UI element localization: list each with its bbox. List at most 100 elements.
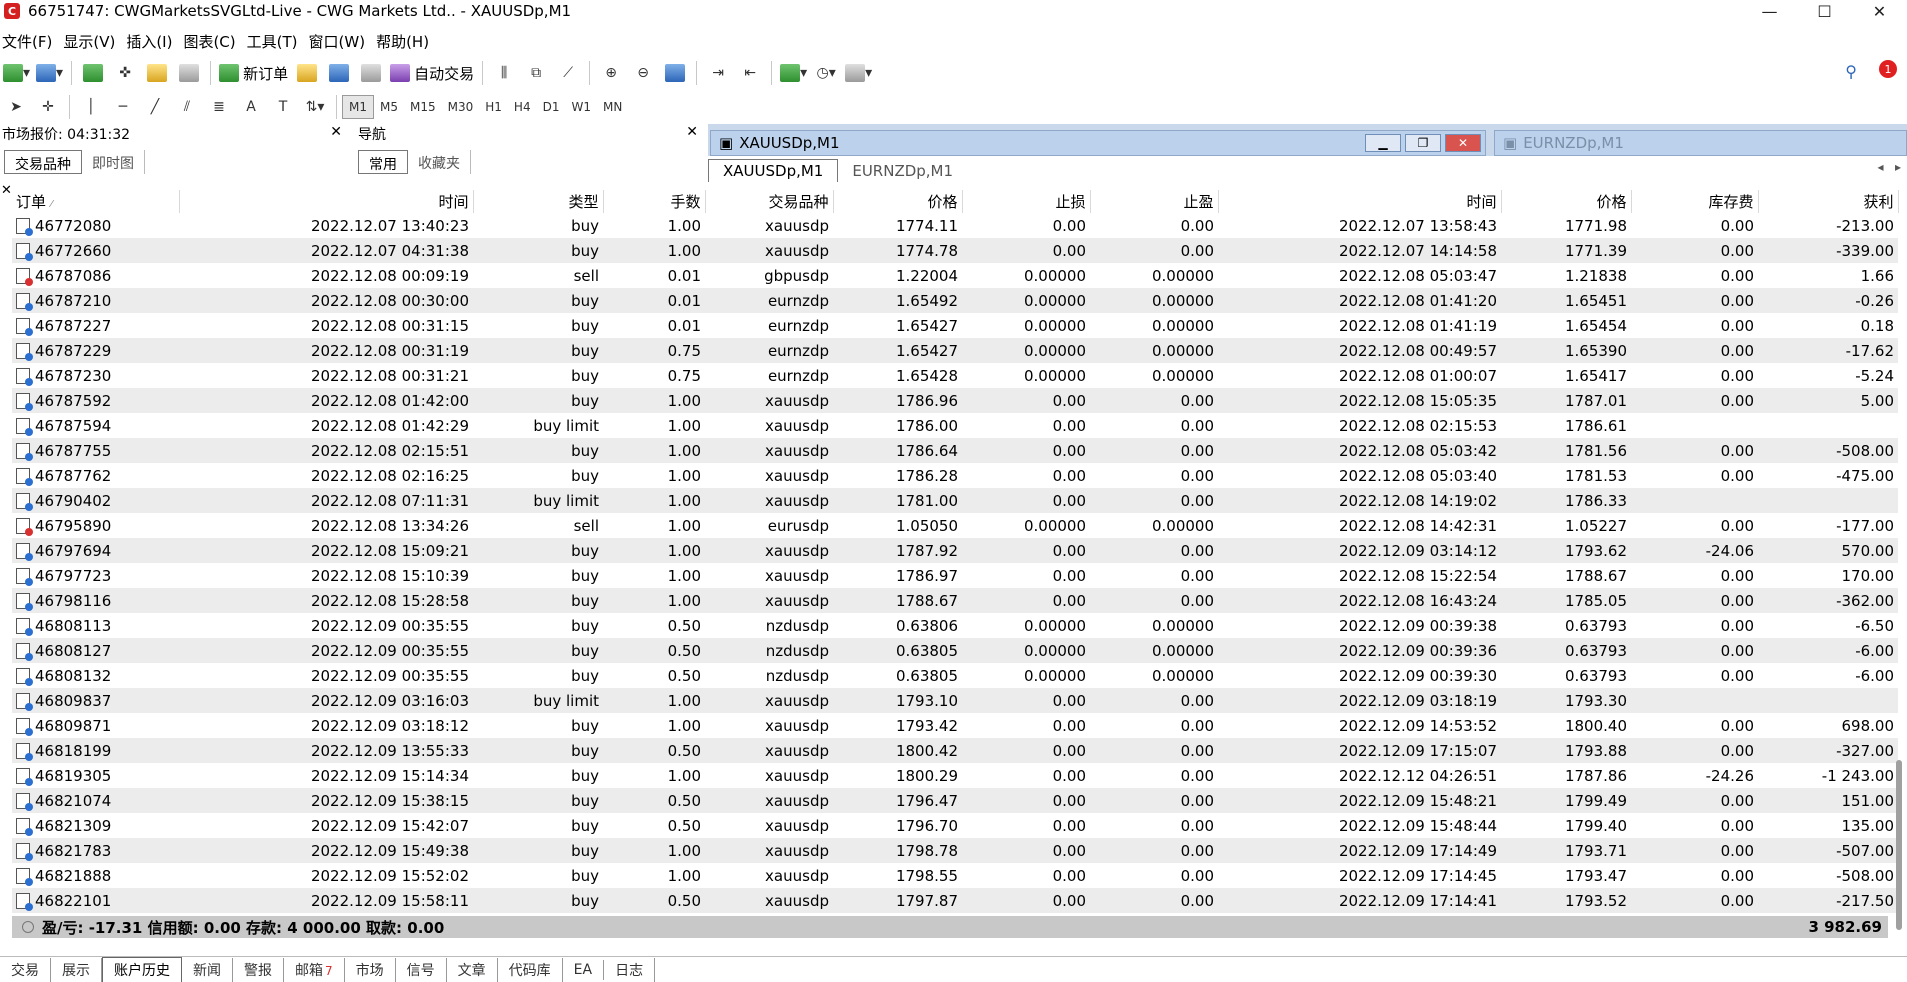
terminal-tab[interactable]: 账户历史 bbox=[102, 956, 182, 982]
chart-tab-eurnzdp[interactable]: EURNZDp,M1 bbox=[838, 160, 967, 182]
fibonacci-button[interactable]: ≣ bbox=[206, 94, 232, 120]
cursor-button[interactable]: ➤ bbox=[3, 94, 29, 120]
column-order[interactable]: 订单 ⁄ bbox=[12, 190, 180, 213]
table-row[interactable]: 46787230 2022.12.08 00:31:21 buy 0.75 eurnzd… bbox=[12, 363, 1898, 388]
menu-insert[interactable]: 插入(I) bbox=[124, 31, 181, 52]
tab-tick-chart[interactable]: 即时图 bbox=[82, 150, 145, 174]
terminal-tab[interactable]: 警报 bbox=[233, 957, 284, 982]
menu-window[interactable]: 窗口(W) bbox=[307, 31, 375, 52]
column-take-profit[interactable]: 止盈 bbox=[1090, 190, 1219, 213]
table-row[interactable]: 46787594 2022.12.08 01:42:29 buy limit 1.00… bbox=[12, 413, 1898, 438]
new-order-button[interactable]: 新订单 bbox=[219, 60, 288, 86]
period-h1[interactable]: H1 bbox=[479, 95, 508, 119]
table-row[interactable]: 46790402 2022.12.08 07:11:31 buy limit 1.00… bbox=[12, 488, 1898, 513]
crosshair-button[interactable]: ✛ bbox=[35, 94, 61, 120]
period-w1[interactable]: W1 bbox=[565, 95, 597, 119]
column-symbol[interactable]: 交易品种 bbox=[705, 190, 834, 213]
chart-window-eurnzd[interactable]: ▣ EURNZDp,M1 bbox=[1494, 130, 1907, 156]
chart-restore-button[interactable]: ❐ bbox=[1405, 134, 1441, 152]
period-m30[interactable]: M30 bbox=[442, 95, 480, 119]
terminal-tab[interactable]: EA bbox=[563, 959, 605, 980]
table-row[interactable]: 46787229 2022.12.08 00:31:19 buy 0.75 eurnzd… bbox=[12, 338, 1898, 363]
scrollbar-thumb[interactable] bbox=[1896, 760, 1902, 930]
table-row[interactable]: 46787227 2022.12.08 00:31:15 buy 0.01 eurnzd… bbox=[12, 313, 1898, 338]
maximize-button[interactable]: ☐ bbox=[1797, 0, 1852, 22]
column-volume[interactable]: 手数 bbox=[603, 190, 706, 213]
notification-badge[interactable]: 1 bbox=[1879, 60, 1897, 78]
column-stop-loss[interactable]: 止损 bbox=[962, 190, 1091, 213]
tab-scroll-arrows-icon[interactable]: ◂ ▸ bbox=[1878, 160, 1902, 174]
market-watch-close-icon[interactable]: ✕ bbox=[330, 124, 342, 140]
auto-trading-button[interactable]: 自动交易 bbox=[390, 60, 474, 86]
table-row[interactable]: 46787762 2022.12.08 02:16:25 buy 1.00 xauusd… bbox=[12, 463, 1898, 488]
table-row[interactable]: 46821783 2022.12.09 15:49:38 buy 1.00 xauusd… bbox=[12, 838, 1898, 863]
terminal-tab[interactable]: 文章 bbox=[447, 957, 498, 982]
table-row[interactable]: 46772660 2022.12.07 04:31:38 buy 1.00 xauusd… bbox=[12, 238, 1898, 263]
table-row[interactable]: 46797723 2022.12.08 15:10:39 buy 1.00 xauusd… bbox=[12, 563, 1898, 588]
search-icon[interactable]: ⚲ bbox=[1845, 62, 1857, 81]
profiles-button[interactable]: ▾ bbox=[36, 60, 63, 86]
candlestick-button[interactable]: ⧉ bbox=[523, 60, 549, 86]
chart-shift-button[interactable]: ⇤ bbox=[737, 60, 763, 86]
chart-window-xauusd[interactable]: ▣ XAUUSDp,M1 ▁ ❐ ✕ bbox=[710, 130, 1486, 156]
trendline-button[interactable]: ╱ bbox=[142, 94, 168, 120]
table-row[interactable]: 46821309 2022.12.09 15:42:07 buy 0.50 xauusd… bbox=[12, 813, 1898, 838]
terminal-tab[interactable]: 市场 bbox=[345, 957, 396, 982]
terminal-tab[interactable]: 交易 bbox=[0, 957, 51, 982]
terminal-tab[interactable]: 邮箱 7 bbox=[284, 957, 345, 982]
column-profit[interactable]: 获利 bbox=[1758, 190, 1899, 213]
zoom-out-button[interactable]: ⊖ bbox=[630, 60, 656, 86]
zoom-in-button[interactable]: ⊕ bbox=[598, 60, 624, 86]
vertical-line-button[interactable]: │ bbox=[78, 94, 104, 120]
table-row[interactable]: 46821888 2022.12.09 15:52:02 buy 1.00 xauusd… bbox=[12, 863, 1898, 888]
chart-close-button[interactable]: ✕ bbox=[1445, 134, 1481, 152]
text-button[interactable]: A bbox=[238, 94, 264, 120]
templates-button[interactable]: ▾ bbox=[845, 60, 872, 86]
terminal-tab[interactable]: 代码库 bbox=[498, 957, 563, 982]
table-row[interactable]: 46787755 2022.12.08 02:15:51 buy 1.00 xauusd… bbox=[12, 438, 1898, 463]
column-swap[interactable]: 库存费 bbox=[1631, 190, 1759, 213]
terminal-tab[interactable]: 信号 bbox=[396, 957, 447, 982]
table-row[interactable]: 46808132 2022.12.09 00:35:55 buy 0.50 nzdusd… bbox=[12, 663, 1898, 688]
menu-view[interactable]: 显示(V) bbox=[61, 31, 124, 52]
bar-chart-button[interactable]: ⫼ bbox=[491, 60, 517, 86]
column-type[interactable]: 类型 bbox=[473, 190, 604, 213]
vps-button[interactable] bbox=[358, 60, 384, 86]
close-button[interactable]: ✕ bbox=[1852, 0, 1907, 22]
terminal-tab[interactable]: 展示 bbox=[51, 957, 102, 982]
table-row[interactable]: 46787086 2022.12.08 00:09:19 sell 0.01 gbpus… bbox=[12, 263, 1898, 288]
terminal-button[interactable] bbox=[176, 60, 202, 86]
minimize-button[interactable]: — bbox=[1742, 0, 1797, 22]
periods-button[interactable]: ◷ ▾ bbox=[813, 60, 839, 86]
market-watch-button[interactable] bbox=[80, 60, 106, 86]
period-mn[interactable]: MN bbox=[597, 95, 628, 119]
table-row[interactable]: 46822101 2022.12.09 15:58:11 buy 0.50 xauusd… bbox=[12, 888, 1898, 913]
tab-common[interactable]: 常用 bbox=[358, 150, 408, 174]
vertical-scrollbar[interactable] bbox=[1892, 184, 1906, 940]
table-row[interactable]: 46808127 2022.12.09 00:35:55 buy 0.50 nzdusd… bbox=[12, 638, 1898, 663]
terminal-tab[interactable]: 日志 bbox=[604, 957, 656, 982]
new-chart-button[interactable]: ▾ bbox=[3, 60, 30, 86]
table-row[interactable]: 46818199 2022.12.09 13:55:33 buy 0.50 xauusd… bbox=[12, 738, 1898, 763]
menu-help[interactable]: 帮助(H) bbox=[374, 31, 438, 52]
channel-button[interactable]: ⫽ bbox=[174, 94, 200, 120]
tab-favorites[interactable]: 收藏夹 bbox=[408, 150, 471, 174]
navigator-close-icon[interactable]: ✕ bbox=[686, 124, 698, 140]
arrows-button[interactable]: ⇅ ▾ bbox=[302, 94, 328, 120]
column-open-price[interactable]: 价格 bbox=[833, 190, 963, 213]
menu-tools[interactable]: 工具(T) bbox=[245, 31, 307, 52]
table-row[interactable]: 46798116 2022.12.08 15:28:58 buy 1.00 xauusd… bbox=[12, 588, 1898, 613]
table-row[interactable]: 46819305 2022.12.09 15:14:34 buy 1.00 xauusd… bbox=[12, 763, 1898, 788]
tab-symbols[interactable]: 交易品种 bbox=[4, 150, 82, 174]
table-row[interactable]: 46772080 2022.12.07 13:40:23 buy 1.00 xauusd… bbox=[12, 213, 1898, 238]
tile-windows-button[interactable] bbox=[662, 60, 688, 86]
table-row[interactable]: 46795890 2022.12.08 13:34:26 sell 1.00 eurus… bbox=[12, 513, 1898, 538]
table-row[interactable]: 46787592 2022.12.08 01:42:00 buy 1.00 xauusd… bbox=[12, 388, 1898, 413]
period-m5[interactable]: M5 bbox=[374, 95, 404, 119]
table-row[interactable]: 46808113 2022.12.09 00:35:55 buy 0.50 nzdusd… bbox=[12, 613, 1898, 638]
chart-tab-xauusdp[interactable]: XAUUSDp,M1 bbox=[708, 159, 839, 182]
menu-file[interactable]: 文件(F) bbox=[0, 31, 61, 52]
terminal-close-icon[interactable]: ✕ bbox=[1, 183, 12, 198]
column-close-price[interactable]: 价格 bbox=[1501, 190, 1632, 213]
signals-button[interactable] bbox=[326, 60, 352, 86]
